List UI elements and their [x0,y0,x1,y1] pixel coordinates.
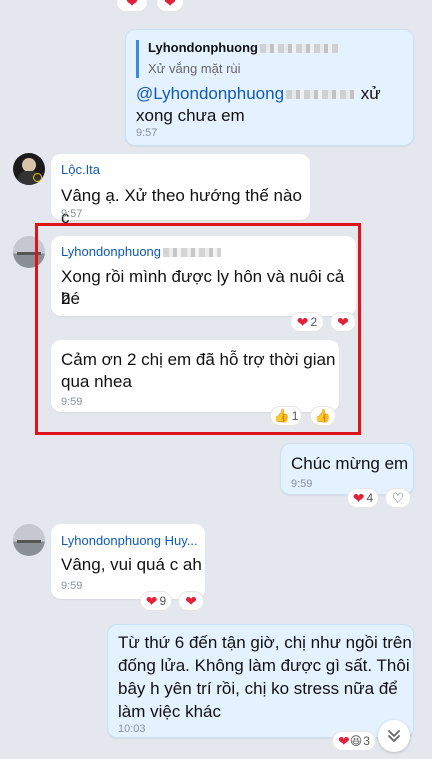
chevron-double-down-icon [388,730,400,742]
message-text-line-4: làm việc khác [118,702,221,721]
heart-reaction-count[interactable]: ❤ 4 [347,488,379,508]
message-text-line-1: Từ thứ 6 đến tận giờ, chị như ngồi trên [118,633,412,652]
highlight-box [35,223,361,435]
heart-outline-icon: ♡ [391,489,405,506]
heart-icon: ❤ [145,593,158,609]
message-text-line-3: bây h yên trí rồi, chị ko stress nữa để [118,679,398,698]
heart-icon: ❤ [338,733,350,749]
quote-text: Xử vắng mặt rùi [148,61,241,76]
message-time: 10:03 [118,723,146,735]
top-reaction-partial[interactable]: ❤ [116,0,148,12]
sender-name: Lyhondonphuong Huy... [61,533,198,548]
quote-author: Lyhondonphuong [148,40,338,55]
message-time: 9:57 [136,127,158,139]
last-message-bubble[interactable]: Từ thứ 6 đến tận giờ, chị như ngồi trên … [107,624,414,738]
sender-name: Lộc.Ita [61,162,101,177]
message-text-line-2: đống lửa. Không làm được gì sất. Thôi [118,656,410,675]
heart-reaction-count[interactable]: ❤ 9 [140,591,172,611]
message-text: Chúc mừng em [291,454,409,473]
scroll-to-bottom-button[interactable] [378,720,410,752]
heart-react-button[interactable]: ♡ [385,488,411,508]
heart-react-button[interactable]: ❤ [178,591,204,611]
top-reaction-partial-2[interactable]: ❤ [156,0,184,12]
heart-icon: ❤ [352,490,365,506]
heart-icon: ❤ [164,0,176,10]
avatar-lyhondonphuong[interactable] [13,524,45,556]
vang-message-bubble[interactable]: Lyhondonphuong Huy... Vâng, vui quá c ah… [51,524,205,599]
loc-message-bubble[interactable]: Lộc.Ita Vâng ạ. Xử theo hướng thế nào c … [51,154,310,227]
avatar-loc[interactable] [13,153,45,185]
heart-icon: ❤ [126,0,138,10]
mixed-reaction-count[interactable]: ❤ 😆 3 [332,731,376,751]
message-text: Vâng, vui quá c ah [61,555,202,574]
mention-link[interactable]: @Lyhondonphuong [136,84,284,103]
reply-text: @Lyhondonphuong xử xong chưa em [136,84,381,125]
message-time: 9:57 [61,208,83,220]
laugh-icon: 😆 [349,734,363,748]
quote-bar [136,40,139,78]
heart-icon: ❤ [185,593,197,609]
reply-message-bubble[interactable]: Lyhondonphuong Xử vắng mặt rùi @Lyhondon… [125,29,414,146]
blurred-mention [286,90,357,100]
blurred-name [259,44,338,54]
message-time: 9:59 [61,580,83,592]
message-time: 9:59 [291,478,313,490]
